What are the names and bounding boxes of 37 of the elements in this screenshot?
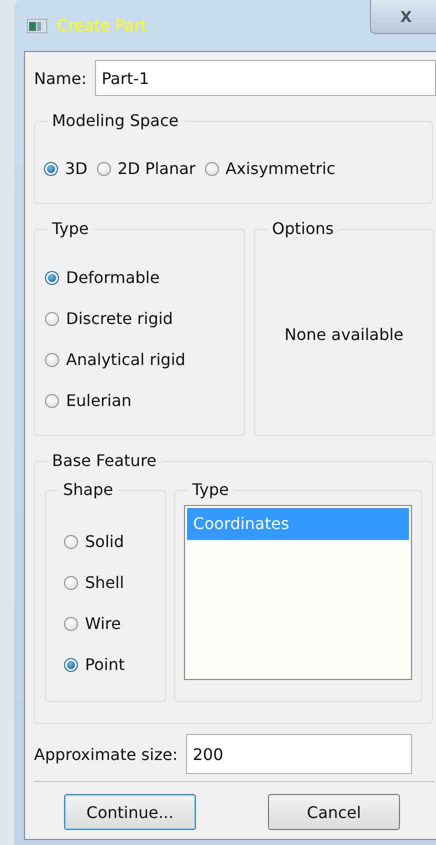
group-title: Modeling Space	[47, 111, 184, 131]
radio-icon[interactable]	[45, 271, 59, 285]
radio-icon[interactable]	[64, 658, 78, 672]
input-field[interactable]: 200	[186, 734, 412, 774]
close-button[interactable]: X	[370, 0, 436, 34]
radio-button[interactable]: Wire	[64, 613, 121, 635]
radio-icon[interactable]	[64, 535, 78, 549]
group-title: Options	[267, 219, 339, 239]
radio-button[interactable]: Point	[64, 654, 125, 676]
radio-icon[interactable]	[44, 162, 58, 176]
radio-icon[interactable]	[45, 312, 59, 326]
radio-button[interactable]: Eulerian	[45, 390, 132, 412]
window-title: Create Part	[57, 16, 147, 35]
cancel-button[interactable]: Cancel	[268, 794, 400, 830]
input-field[interactable]: Part-1	[94, 60, 436, 96]
radio-icon[interactable]	[96, 162, 110, 176]
radio-button[interactable]: 2D Planar	[96, 158, 196, 180]
group-title: Type	[47, 219, 94, 239]
group-title: Type	[187, 480, 234, 500]
radio-button[interactable]: Deformable	[45, 267, 160, 289]
window-icon	[27, 18, 47, 32]
radio-button[interactable]: Axisymmetric	[204, 158, 336, 180]
field-label: Approximate size:	[34, 744, 178, 764]
group-title: Shape	[58, 480, 118, 500]
radio-button[interactable]: 3D	[44, 158, 88, 180]
radio-icon[interactable]	[45, 394, 59, 408]
status-text: None available	[284, 325, 404, 344]
field-label: Name:	[34, 68, 87, 88]
radio-button[interactable]: Analytical rigid	[45, 349, 186, 371]
radio-button[interactable]: Solid	[64, 531, 124, 553]
radio-icon[interactable]	[204, 162, 219, 176]
radio-icon[interactable]	[64, 617, 78, 631]
radio-button[interactable]: Shell	[64, 572, 124, 594]
radio-icon[interactable]	[45, 353, 59, 367]
radio-icon[interactable]	[64, 576, 78, 590]
radio-button[interactable]: Discrete rigid	[45, 308, 173, 330]
continue-button[interactable]: Continue...	[64, 794, 196, 830]
